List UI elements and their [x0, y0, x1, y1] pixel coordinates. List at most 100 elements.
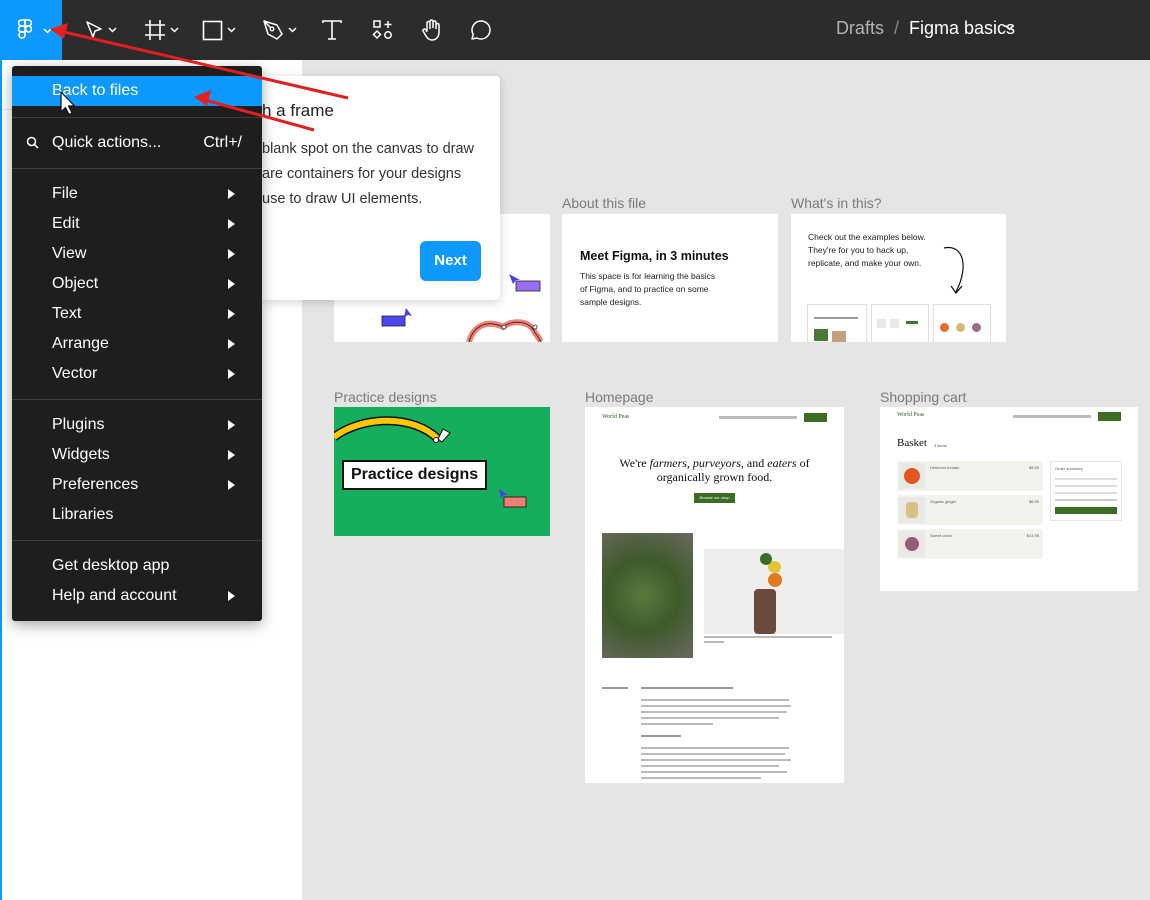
menu-item-label: Back to files	[52, 82, 139, 99]
cart-frame[interactable]: World Peas Basket 3 items Heirloom tomat…	[880, 407, 1138, 591]
chevron-down-icon	[288, 27, 297, 33]
menu-item-label: Libraries	[52, 506, 114, 523]
submenu-arrow-icon	[228, 369, 235, 379]
menu-item-help-and-account[interactable]: Help and account	[12, 581, 262, 611]
home-headline-part: We're	[619, 456, 650, 470]
home-shop-button: Browse our shop	[694, 493, 735, 503]
shape-tool-button[interactable]	[202, 0, 236, 60]
frame-tool-icon	[145, 20, 165, 40]
about-frame[interactable]: Meet Figma, in 3 minutes This space is f…	[562, 214, 778, 342]
about-frame-label[interactable]: About this file	[562, 195, 646, 211]
cart-count: 3 items	[934, 443, 947, 448]
move-tool-button[interactable]	[84, 0, 117, 60]
file-breadcrumb: Drafts / Figma basics	[836, 18, 1015, 39]
file-menu-chevron-icon[interactable]	[1004, 24, 1015, 31]
cart-frame-label[interactable]: Shopping cart	[880, 389, 966, 405]
tooltip-line: use to draw UI elements.	[262, 191, 423, 207]
menu-item-label: Preferences	[52, 476, 139, 493]
submenu-arrow-icon	[228, 279, 235, 289]
text-tool-icon	[322, 20, 342, 40]
menu-item-widgets[interactable]: Widgets	[12, 440, 262, 470]
cart-item: Organic ginger $6.99	[897, 495, 1043, 525]
submenu-arrow-icon	[228, 480, 235, 490]
menu-item-text[interactable]: Text	[12, 299, 262, 329]
text-tool-button[interactable]	[321, 0, 343, 60]
menu-item-shortcut: Ctrl+/	[203, 134, 242, 151]
produce-photo	[704, 549, 844, 634]
menu-item-vector[interactable]: Vector	[12, 359, 262, 389]
menu-item-label: Vector	[52, 365, 98, 382]
home-brand: World Peas	[602, 414, 630, 420]
submenu-arrow-icon	[228, 189, 235, 199]
menu-item-get-desktop-app[interactable]: Get desktop app	[12, 551, 262, 581]
onboarding-tooltip: h a frame blank spot on the canvas to dr…	[262, 76, 500, 300]
menu-item-quick-actions[interactable]: Quick actions... Ctrl+/	[12, 128, 262, 158]
home-headline-part: and	[743, 456, 768, 470]
order-summary-title: Order summary	[1055, 466, 1083, 471]
menu-item-label: Widgets	[52, 446, 110, 463]
menu-item-edit[interactable]: Edit	[12, 209, 262, 239]
resources-button[interactable]	[372, 0, 394, 60]
home-headline-part: of	[796, 456, 810, 470]
hand-tool-button[interactable]	[420, 0, 444, 60]
thumbnail-homepage	[807, 304, 867, 342]
submenu-arrow-icon	[228, 219, 235, 229]
menu-item-label: Get desktop app	[52, 557, 170, 574]
chevron-down-icon	[108, 27, 117, 33]
main-menu-button[interactable]	[0, 0, 62, 60]
breadcrumb-drafts[interactable]: Drafts	[836, 18, 884, 38]
comment-icon	[471, 20, 491, 40]
menu-item-label: Edit	[52, 215, 80, 232]
next-button[interactable]: Next	[420, 241, 481, 281]
menu-item-preferences[interactable]: Preferences	[12, 470, 262, 500]
menu-item-view[interactable]: View	[12, 239, 262, 269]
submenu-arrow-icon	[228, 249, 235, 259]
cart-title: Basket	[897, 437, 927, 449]
menu-item-label: Text	[52, 305, 82, 322]
homepage-frame[interactable]: World Peas We're farmers, purveyors, and…	[585, 407, 844, 783]
submenu-arrow-icon	[228, 339, 235, 349]
chevron-down-icon	[170, 27, 179, 33]
chevron-down-icon	[43, 28, 52, 34]
home-body-text	[641, 687, 831, 779]
thumbnail-product	[933, 304, 991, 342]
cart-item-price: $14.95	[1026, 533, 1039, 538]
menu-divider	[12, 117, 262, 118]
menu-item-label: Help and account	[52, 587, 177, 604]
menu-item-libraries[interactable]: Libraries	[12, 500, 262, 530]
home-nav	[719, 416, 797, 419]
whats-frame-label[interactable]: What's in this?	[791, 195, 882, 211]
homepage-frame-label[interactable]: Homepage	[585, 389, 654, 405]
submenu-arrow-icon	[228, 420, 235, 430]
menu-item-object[interactable]: Object	[12, 269, 262, 299]
menu-item-arrange[interactable]: Arrange	[12, 329, 262, 359]
menu-item-label: File	[52, 185, 78, 202]
pen-tool-button[interactable]	[262, 0, 297, 60]
home-headline-line2: organically grown food.	[656, 470, 773, 484]
cart-item-price: $6.99	[1028, 499, 1039, 504]
resources-icon	[372, 20, 392, 40]
tooltip-line: are containers for your designs	[262, 166, 462, 182]
shape-tool-icon	[202, 20, 223, 40]
file-name[interactable]: Figma basics	[909, 18, 1015, 38]
comment-tool-button[interactable]	[470, 0, 492, 60]
menu-divider	[12, 399, 262, 400]
order-summary: Order summary	[1050, 461, 1122, 521]
cart-item-name: Sweet onion	[930, 533, 953, 538]
menu-item-back-to-files[interactable]: Back to files	[12, 76, 262, 106]
menu-item-plugins[interactable]: Plugins	[12, 410, 262, 440]
whats-line: Check out the examples below.	[808, 232, 926, 242]
practice-frame-label[interactable]: Practice designs	[334, 389, 437, 405]
greens-photo	[602, 533, 693, 658]
frame-tool-button[interactable]	[144, 0, 179, 60]
about-heading: Meet Figma, in 3 minutes	[580, 249, 729, 263]
search-icon	[26, 136, 39, 149]
practice-frame[interactable]: Practice designs	[334, 407, 550, 536]
tooltip-title: h a frame	[262, 101, 334, 120]
chevron-down-icon	[227, 27, 236, 33]
whats-frame[interactable]: Check out the examples below. They're fo…	[791, 214, 1006, 342]
figma-logo-icon	[18, 19, 32, 39]
home-headline: We're farmers, purveyors, and eaters of …	[585, 456, 844, 484]
menu-item-file[interactable]: File	[12, 179, 262, 209]
practice-title: Practice designs	[342, 460, 488, 490]
